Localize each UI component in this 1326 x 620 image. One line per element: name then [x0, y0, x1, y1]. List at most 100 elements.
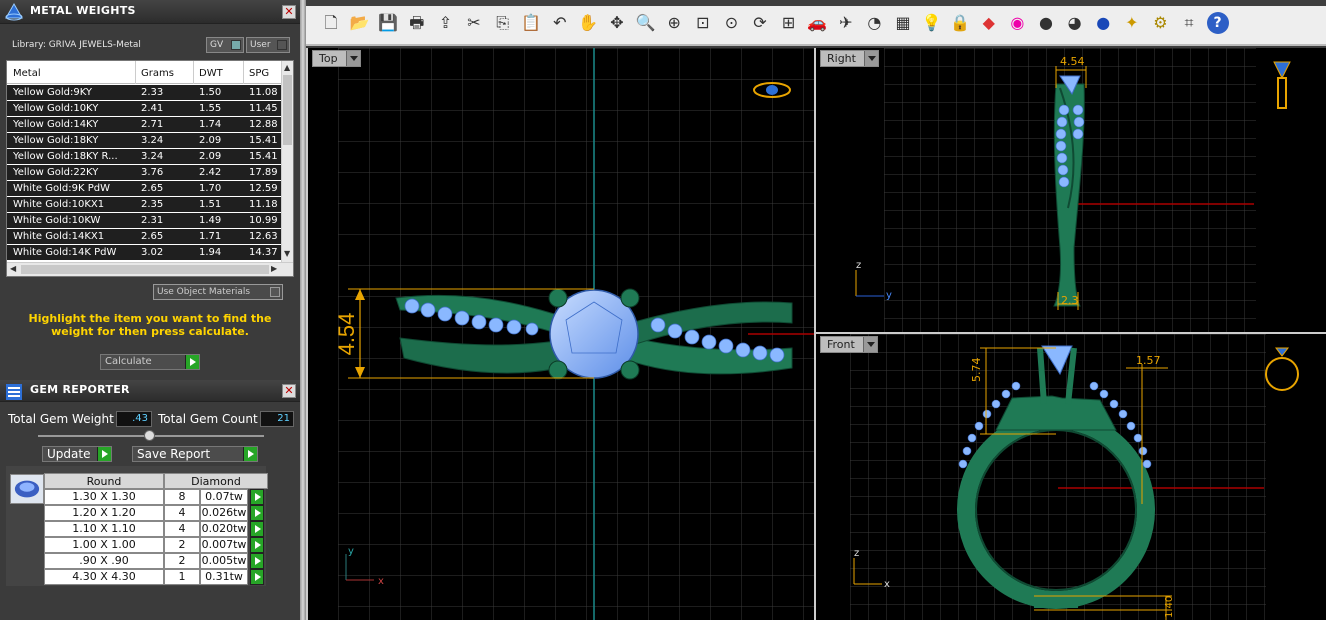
- metal-row[interactable]: Yellow Gold:18KY R... 3.24 2.09 15.41: [7, 149, 283, 165]
- top-viewport-label[interactable]: Top: [312, 50, 361, 67]
- save-report-button[interactable]: Save Report: [132, 446, 258, 462]
- export-icon[interactable]: ⇪: [434, 12, 456, 34]
- save-icon[interactable]: 💾: [377, 12, 399, 34]
- gem-row-select-arrow-icon[interactable]: [250, 553, 264, 569]
- gem-slider[interactable]: [38, 430, 264, 441]
- gem-row-select-arrow-icon[interactable]: [250, 537, 264, 553]
- vertical-scroll-thumb[interactable]: [283, 75, 292, 145]
- metal-row[interactable]: Yellow Gold:18KY 3.24 2.09 15.41: [7, 133, 283, 149]
- move-icon[interactable]: ✥: [606, 12, 628, 34]
- help-icon[interactable]: ?: [1206, 12, 1229, 34]
- metal-table-horizontal-scrollbar[interactable]: ◀ ▶: [7, 262, 293, 276]
- gem-row[interactable]: 4.30 X 4.30 1 0.31tw: [44, 569, 268, 585]
- top-viewport[interactable]: 4.54 y x Top: [308, 48, 814, 620]
- print-icon[interactable]: 🖶: [406, 12, 428, 34]
- gem-row[interactable]: 1.20 X 1.20 4 0.026tw: [44, 505, 268, 521]
- metal-row[interactable]: Yellow Gold:9KY 2.33 1.50 11.08: [7, 85, 283, 101]
- total-gem-weight-label: Total Gem Weight: [8, 412, 114, 426]
- layers-icon[interactable]: ▦: [892, 12, 914, 34]
- four-view-icon[interactable]: ⊞: [778, 12, 800, 34]
- viewports: 4.54 y x Top 4.54 2.3 z y Right 5.74 1.5…: [306, 48, 1326, 620]
- metal-row[interactable]: White Gold:14KX1 2.65 1.71 12.63: [7, 229, 283, 245]
- car-icon[interactable]: 🚗: [806, 12, 828, 34]
- zoom-icon[interactable]: 🔍: [635, 12, 657, 34]
- metal-name: White Gold:14KX1: [13, 231, 105, 242]
- shaded-sphere-icon[interactable]: ◕: [1064, 12, 1086, 34]
- top-view-dropdown-icon[interactable]: [345, 51, 360, 66]
- zoom-selected-icon[interactable]: ⊙: [720, 12, 742, 34]
- render-icon[interactable]: ◆: [978, 12, 1000, 34]
- horizontal-scroll-thumb[interactable]: [21, 265, 269, 274]
- column-metal[interactable]: Metal: [13, 68, 41, 79]
- front-viewport[interactable]: 5.74 1.57 1.40 z x Front: [816, 334, 1326, 620]
- right-viewport-label[interactable]: Right: [820, 50, 879, 67]
- scroll-down-icon[interactable]: ▼: [284, 249, 290, 258]
- metal-dwt: 1.74: [199, 119, 222, 130]
- lock-icon[interactable]: 🔒: [949, 12, 971, 34]
- right-viewport[interactable]: 4.54 2.3 z y Right: [816, 48, 1326, 332]
- scroll-up-icon[interactable]: ▲: [284, 63, 290, 72]
- user-toggle[interactable]: User: [246, 37, 290, 53]
- rotate-view-icon[interactable]: ⟳: [749, 12, 771, 34]
- color-wheel-icon[interactable]: ◉: [1006, 12, 1028, 34]
- gv-label: GV: [210, 40, 224, 50]
- open-folder-icon[interactable]: 📂: [349, 12, 371, 34]
- metal-row[interactable]: Yellow Gold:14KY 2.71 1.74 12.88: [7, 117, 283, 133]
- gem-row[interactable]: 1.10 X 1.10 4 0.020tw: [44, 521, 268, 537]
- metal-row[interactable]: White Gold:10KW 2.31 1.49 10.99: [7, 213, 283, 229]
- use-object-materials-checkbox[interactable]: [270, 287, 280, 297]
- metal-row[interactable]: Yellow Gold:10KY 2.41 1.55 11.45: [7, 101, 283, 117]
- gem-row[interactable]: .90 X .90 2 0.005tw: [44, 553, 268, 569]
- metal-name: Yellow Gold:18KY R...: [13, 151, 118, 162]
- gem-row-select-arrow-icon[interactable]: [250, 505, 264, 521]
- update-arrow-icon: [97, 447, 111, 461]
- gauge-icon[interactable]: ◔: [863, 12, 885, 34]
- metal-row[interactable]: White Gold:9K PdW 2.65 1.70 12.59: [7, 181, 283, 197]
- material-sphere-icon[interactable]: ●: [1035, 12, 1057, 34]
- column-grams[interactable]: Grams: [141, 68, 174, 79]
- column-spg[interactable]: SPG: [249, 68, 269, 79]
- use-object-materials-dropdown[interactable]: Use Object Materials: [153, 284, 283, 300]
- metal-grams: 2.41: [141, 103, 164, 114]
- gem-row-select-arrow-icon[interactable]: [250, 489, 264, 505]
- gem-row-select-arrow-icon[interactable]: [250, 521, 264, 537]
- light-bulb-icon[interactable]: 💡: [921, 12, 943, 34]
- plane-icon[interactable]: ✈: [835, 12, 857, 34]
- column-dwt[interactable]: DWT: [199, 68, 223, 79]
- scroll-left-icon[interactable]: ◀: [10, 264, 16, 273]
- metal-table-vertical-scrollbar[interactable]: ▲ ▼: [281, 61, 293, 263]
- metal-name: Yellow Gold:22KY: [13, 167, 99, 178]
- metal-weights-icon: [5, 2, 23, 21]
- cut-icon[interactable]: ✂: [463, 12, 485, 34]
- pan-hand-icon[interactable]: ✋: [577, 12, 599, 34]
- metal-row[interactable]: White Gold:10KX1 2.35 1.51 11.18: [7, 197, 283, 213]
- gv-toggle[interactable]: GV: [206, 37, 244, 53]
- gem-reporter-close-button[interactable]: ✕: [282, 384, 296, 398]
- settings-gear-icon[interactable]: ⚙: [1149, 12, 1171, 34]
- copy-icon[interactable]: ⎘: [492, 12, 514, 34]
- paste-icon[interactable]: 📋: [520, 12, 542, 34]
- new-file-icon[interactable]: 🗋: [320, 12, 342, 34]
- undo-icon[interactable]: ↶: [549, 12, 571, 34]
- front-view-dropdown-icon[interactable]: [862, 337, 877, 352]
- wand-icon[interactable]: ✦: [1121, 12, 1143, 34]
- gem-row-select-arrow-icon[interactable]: [250, 569, 264, 585]
- metal-name: White Gold:10KW: [13, 215, 101, 226]
- gem-row[interactable]: 1.30 X 1.30 8 0.07tw: [44, 489, 268, 505]
- gem-slider-knob[interactable]: [144, 430, 155, 441]
- blue-sphere-icon[interactable]: ●: [1092, 12, 1114, 34]
- front-viewport-label[interactable]: Front: [820, 336, 878, 353]
- metal-row[interactable]: Yellow Gold:22KY 3.76 2.42 17.89: [7, 165, 283, 181]
- metal-name: White Gold:9K PdW: [13, 183, 110, 194]
- metal-row[interactable]: White Gold:14K PdW 3.02 1.94 14.37: [7, 245, 283, 261]
- zoom-extents-icon[interactable]: ⊡: [692, 12, 714, 34]
- scroll-right-icon[interactable]: ▶: [271, 264, 277, 273]
- update-button[interactable]: Update: [42, 446, 112, 462]
- gem-row[interactable]: 1.00 X 1.00 2 0.007tw: [44, 537, 268, 553]
- calculate-button[interactable]: Calculate: [100, 354, 200, 370]
- zoom-window-icon[interactable]: ⊕: [663, 12, 685, 34]
- metal-weights-close-button[interactable]: ✕: [282, 5, 296, 19]
- snap-icon[interactable]: ⌗: [1178, 12, 1200, 34]
- right-view-dropdown-icon[interactable]: [863, 51, 878, 66]
- metal-spg: 15.41: [249, 135, 278, 146]
